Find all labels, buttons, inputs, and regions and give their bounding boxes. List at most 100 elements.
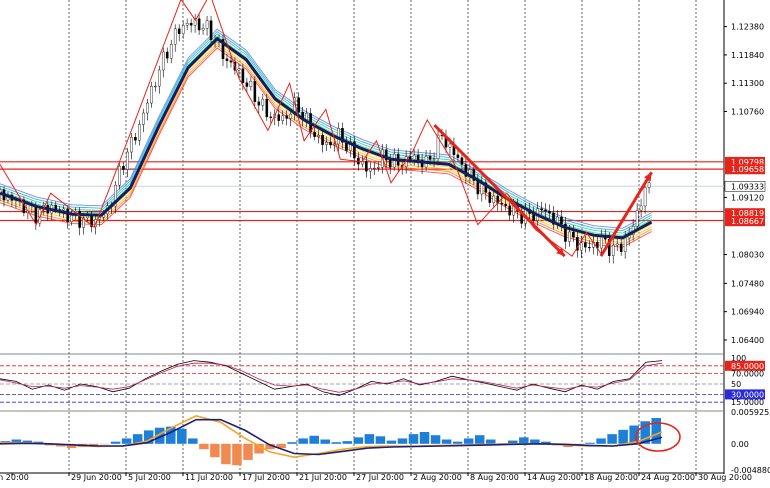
macd-histogram-bar (397, 438, 408, 444)
candle-body (611, 245, 615, 256)
forex-chart: 1.12380 1.11840 1.11300 1.10760 1.09120 1.080… (0, 0, 770, 488)
macd-signal-line (0, 415, 663, 459)
macd-histogram-bar (199, 443, 209, 450)
candle-body (412, 154, 416, 160)
price-tag-label: 1.08667 (731, 217, 764, 226)
macd-histogram-bar (177, 428, 187, 444)
price-tick-label: 1.12380 (731, 23, 764, 32)
candle-body (416, 154, 420, 161)
macd-histogram-bar (331, 442, 342, 444)
price-tick-label: 1.11300 (731, 79, 764, 88)
macd-signal-line (0, 418, 663, 456)
candle-body (62, 208, 66, 211)
price-tag-label: 1.09333 (731, 182, 764, 191)
candle-body (588, 246, 591, 249)
macd-histogram-bar (419, 431, 430, 444)
price-tick-label: 1.09120 (731, 193, 764, 202)
macd-histogram-bar (375, 436, 386, 444)
candle-body (142, 112, 145, 125)
candle-body (599, 236, 603, 249)
candle-body (261, 98, 265, 106)
candle-body (333, 143, 336, 146)
candle-body (329, 141, 332, 146)
candle-body (201, 28, 205, 31)
macd-histogram-bar (232, 443, 242, 466)
macd-histogram-bar (309, 435, 319, 444)
time-axis-label: 2 Aug 20:00 (413, 473, 462, 482)
candle-body (460, 157, 464, 165)
candle-body (615, 243, 619, 246)
candle-body (185, 22, 189, 26)
candle-body (249, 81, 253, 87)
macd-histogram-bar (243, 443, 253, 460)
candle-body (177, 28, 181, 34)
candle-body (146, 102, 149, 114)
macd-histogram-bar (596, 438, 606, 444)
macd-histogram-bar (386, 440, 397, 444)
zigzag-line (0, 0, 602, 257)
candle-body (122, 166, 125, 170)
candle-body (376, 167, 380, 169)
candle-body (237, 68, 241, 71)
macd-histogram-bar (474, 435, 485, 444)
candle-body (245, 82, 249, 87)
time-axis-label: 11 Jul 20:00 (185, 473, 233, 482)
macd-tick-label: 0.00 (731, 440, 749, 449)
candle-body (504, 203, 508, 207)
trend-arrow (433, 124, 566, 258)
macd-histogram-bar (430, 435, 441, 444)
candle-body (488, 192, 492, 203)
candle-body (544, 209, 547, 212)
candle-body (325, 141, 328, 145)
candle-body (388, 159, 392, 168)
candle-body (305, 113, 308, 120)
candle-body (34, 205, 38, 224)
candle-body (584, 242, 587, 248)
candle-body (643, 187, 647, 207)
time-axis-label: 21 Jul 20:00 (299, 473, 347, 482)
macd-histogram-bar (221, 443, 231, 465)
time-axis-label: 14 Aug 20:00 (527, 473, 581, 482)
candle-body (209, 20, 213, 40)
candle-body (639, 205, 643, 211)
candle-body (161, 51, 165, 71)
candle-body (647, 182, 651, 188)
candle-body (134, 137, 137, 141)
macd-histogram-bar (441, 439, 452, 444)
time-axis-label: 27 Jun 20:00 (0, 473, 29, 482)
candle-body (321, 135, 324, 145)
macd-histogram-bar (485, 439, 496, 444)
macd-histogram-bar (342, 441, 353, 444)
time-axis-label: 29 Jun 20:00 (71, 473, 122, 482)
candle-body (313, 131, 316, 137)
chart-canvas: 1.12380 1.11840 1.11300 1.10760 1.09120 1.080… (0, 0, 770, 482)
macd-histogram-bar (607, 434, 617, 444)
candle-body (257, 101, 261, 106)
candle-body (623, 237, 627, 252)
candle-body (189, 22, 193, 26)
candle-body (153, 85, 157, 88)
candle-body (205, 20, 209, 29)
macd-histogram-bar (353, 437, 364, 444)
oscillator-line (0, 362, 663, 393)
candle-body (548, 210, 551, 214)
candle-body (241, 68, 245, 83)
candle-body (317, 135, 320, 137)
candle-body (277, 114, 281, 121)
price-tick-label: 1.06940 (731, 308, 764, 317)
candle-body (369, 168, 372, 172)
candle-body (181, 25, 185, 34)
candle-body (580, 242, 583, 251)
candle-body (500, 203, 504, 205)
macd-histogram-bar (110, 441, 121, 444)
candle-body (98, 217, 101, 220)
macd-histogram-bar (298, 438, 308, 444)
macd-histogram-bar (618, 429, 628, 444)
candle-body (297, 97, 300, 113)
ma-fan-line (0, 33, 652, 234)
candle-body (568, 231, 571, 242)
candle-body (365, 161, 368, 172)
macd-histogram-bar (364, 434, 375, 444)
candle-body (285, 115, 289, 119)
candle-body (165, 51, 169, 59)
